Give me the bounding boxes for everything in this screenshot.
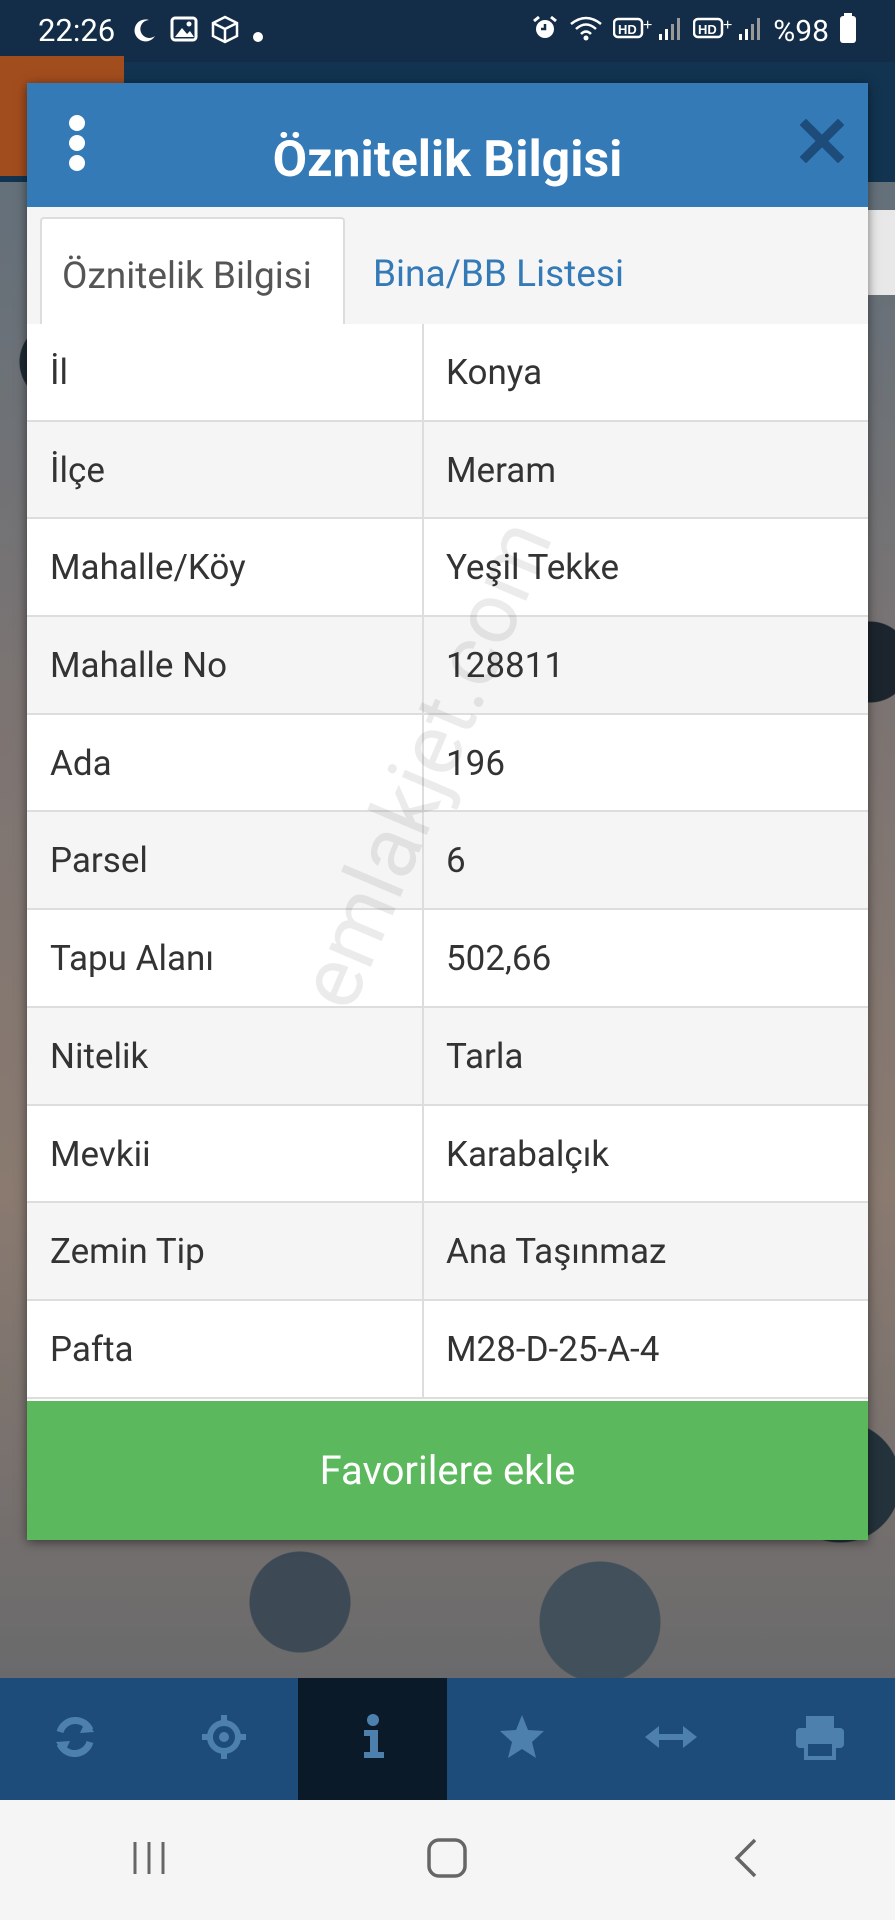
locate-icon <box>199 1712 249 1766</box>
table-row: Zemin Tip Ana Taşınmaz <box>27 1203 868 1301</box>
row-value: Ana Taşınmaz <box>446 1231 667 1273</box>
status-left-icons <box>132 14 264 52</box>
bottom-toolbar <box>0 1678 895 1800</box>
table-row: Tapu Alanı 502,66 <box>27 910 868 1008</box>
print-icon <box>794 1712 846 1766</box>
status-right-icons: HD + HD + %98 <box>531 12 857 51</box>
row-key: İl <box>27 324 424 420</box>
system-nav-bar <box>0 1800 895 1920</box>
tab-attribute-info[interactable]: Öznitelik Bilgisi <box>40 217 345 333</box>
favorites-button[interactable] <box>447 1678 596 1800</box>
home-icon <box>425 1836 469 1884</box>
row-key: Tapu Alanı <box>27 910 424 1006</box>
row-key: Mahalle No <box>27 617 424 713</box>
info-button[interactable] <box>298 1678 447 1800</box>
table-row: Mahalle/Köy Yeşil Tekke <box>27 519 868 618</box>
map-side-control[interactable] <box>867 210 895 295</box>
row-value: 128811 <box>446 645 565 687</box>
row-key: Nitelik <box>27 1007 424 1104</box>
refresh-button[interactable] <box>0 1678 149 1800</box>
dot-icon <box>252 16 264 51</box>
recent-apps-button[interactable] <box>89 1820 209 1900</box>
moon-icon <box>132 16 158 51</box>
table-row: Mahalle No 128811 <box>27 617 868 715</box>
table-row: Ada 196 <box>27 714 868 813</box>
hd-signal-2-icon: HD + <box>693 14 763 49</box>
measure-button[interactable] <box>596 1678 745 1800</box>
svg-text:HD: HD <box>698 22 717 37</box>
row-value: Konya <box>446 352 543 393</box>
row-key: Ada <box>27 714 424 811</box>
star-icon <box>497 1712 547 1766</box>
svg-text:+: + <box>643 17 652 34</box>
measure-icon <box>643 1722 699 1756</box>
add-to-favorites-button[interactable]: Favorilere ekle <box>27 1401 868 1540</box>
row-key: Pafta <box>27 1300 424 1397</box>
back-icon <box>731 1836 761 1884</box>
row-key: İlçe <box>27 421 424 518</box>
back-button[interactable] <box>686 1820 806 1900</box>
recent-apps-icon <box>129 1838 169 1882</box>
svg-text:+: + <box>723 17 732 34</box>
print-button[interactable] <box>745 1678 894 1800</box>
attribute-table: İl Konya İlçe Meram Mahalle/Köy Yeşil Tekke… <box>27 324 868 1399</box>
row-key: Mevkii <box>27 1105 424 1202</box>
row-value: Yeşil Tekke <box>446 547 620 589</box>
table-row: İlçe Meram <box>27 421 868 520</box>
row-value: Karabalçık <box>446 1133 610 1175</box>
close-icon[interactable] <box>799 118 845 164</box>
table-row: Mevkii Karabalçık <box>27 1105 868 1204</box>
row-value: 196 <box>446 742 506 784</box>
home-button[interactable] <box>387 1820 507 1900</box>
info-icon <box>358 1712 388 1766</box>
row-value: 502,66 <box>446 938 552 980</box>
modal-title: Öznitelik Bilgisi <box>272 131 623 189</box>
battery-icon <box>839 12 857 51</box>
row-key: Mahalle/Köy <box>27 519 424 616</box>
refresh-icon <box>50 1712 100 1766</box>
row-key: Zemin Tip <box>27 1203 424 1299</box>
svg-text:HD: HD <box>618 22 637 37</box>
status-time: 22:26 <box>38 12 116 49</box>
status-bar: 22:26 HD + HD + %98 <box>0 0 895 62</box>
table-row: Parsel 6 <box>27 812 868 911</box>
wifi-icon <box>569 14 603 49</box>
attribute-info-modal: Öznitelik Bilgisi Öznitelik Bilgisi Bina… <box>27 83 868 1540</box>
row-value: Tarla <box>446 1035 524 1077</box>
tab-building-list[interactable]: Bina/BB Listesi <box>353 217 644 333</box>
hd-signal-1-icon: HD + <box>613 14 683 49</box>
battery-percent: %98 <box>773 14 829 49</box>
row-key: Parsel <box>27 812 424 909</box>
row-value: M28-D-25-A-4 <box>446 1328 660 1370</box>
row-value: 6 <box>446 840 466 882</box>
modal-header: Öznitelik Bilgisi <box>27 83 868 207</box>
locate-button[interactable] <box>149 1678 298 1800</box>
table-row: Pafta M28-D-25-A-4 <box>27 1300 868 1399</box>
box-icon <box>210 14 240 52</box>
row-value: Meram <box>446 449 557 491</box>
table-row: Nitelik Tarla <box>27 1007 868 1106</box>
alarm-icon <box>531 14 559 49</box>
gallery-icon <box>170 15 198 51</box>
table-row: İl Konya <box>27 324 868 422</box>
